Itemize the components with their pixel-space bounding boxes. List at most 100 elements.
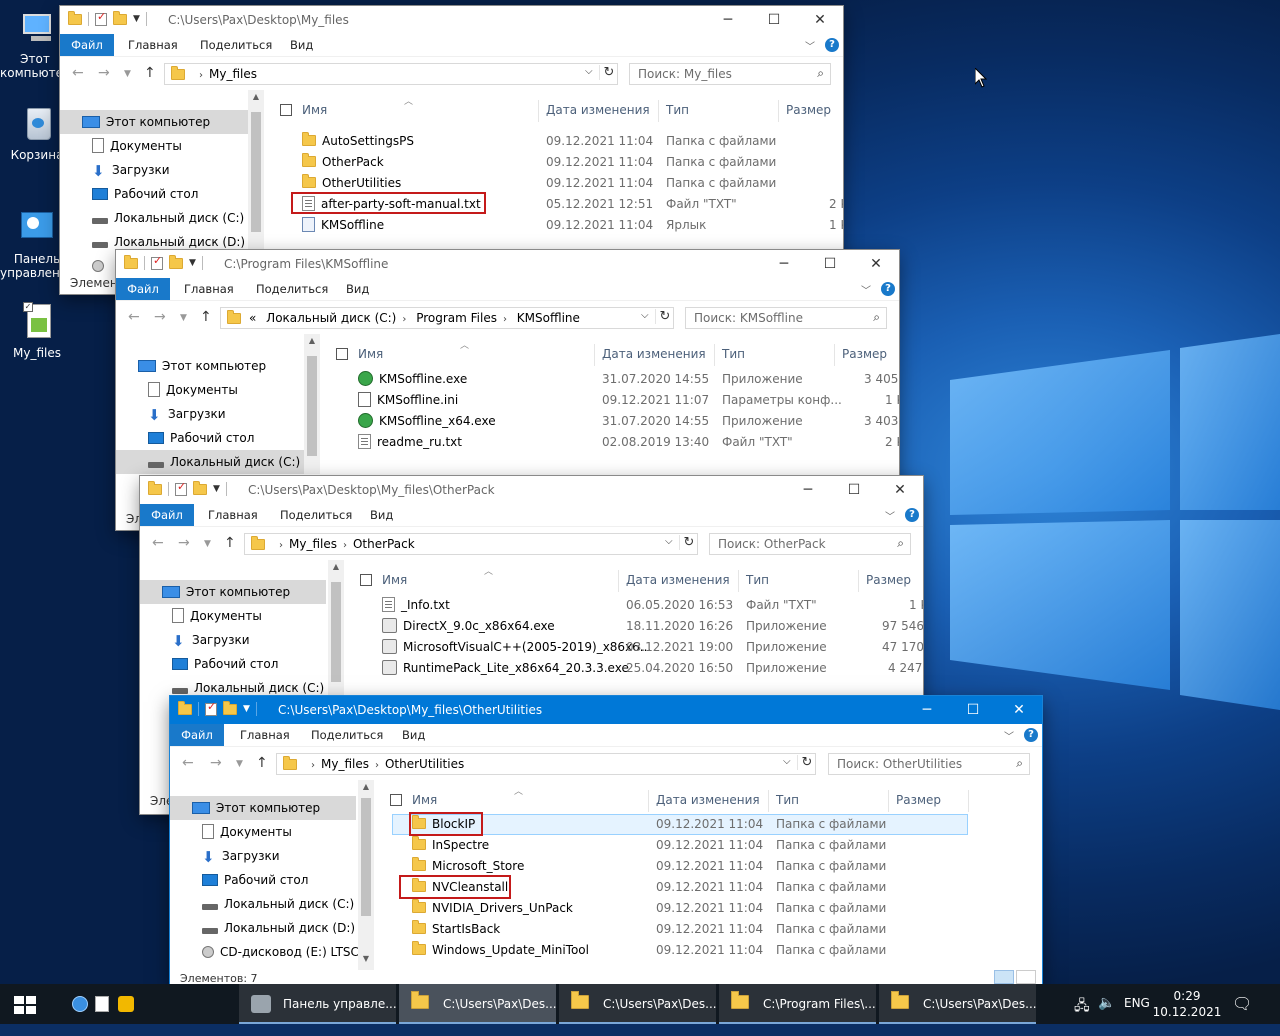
chevron-down-icon[interactable]: ▼ [189,258,196,268]
nav-scrollbar[interactable]: ▲ [328,560,344,700]
breadcrumb-otherpack[interactable]: OtherPack [353,537,415,551]
chevron-down-icon[interactable]: ▼ [243,704,250,714]
volume-icon[interactable]: 🔈 [1098,995,1115,1035]
column-name[interactable]: Имя [302,98,327,122]
up-button[interactable]: ↑ [144,65,156,81]
refresh-icon[interactable]: ↻ [599,65,618,80]
new-folder-icon[interactable] [223,700,237,715]
properties-icon[interactable] [205,700,217,716]
forward-button[interactable]: → [178,535,190,551]
list-item[interactable]: BlockIP 09.12.2021 11:04 Папка с файлами [412,814,1012,835]
nav-item-drive-c[interactable]: Локальный диск (C:) [116,450,304,474]
close-button[interactable]: ✕ [877,476,923,504]
tab-view[interactable]: Вид [402,724,425,746]
back-button[interactable]: ← [152,535,164,551]
column-type[interactable]: Тип [666,98,689,122]
column-type[interactable]: Тип [746,568,769,592]
refresh-icon[interactable]: ↻ [655,309,674,324]
breadcrumb-my-files[interactable]: My_files [209,67,257,81]
nav-scrollbar[interactable]: ▲ [304,334,320,474]
address-bar[interactable]: › My_files › OtherUtilities ⌵ ↻ [276,753,816,775]
tab-file[interactable]: Файл [140,504,194,526]
chevron-down-icon[interactable]: ﹀ [805,38,815,53]
nav-item-desktop[interactable]: Рабочий стол [116,426,254,450]
quick-launch-notepad[interactable] [93,994,113,1014]
search-input[interactable]: Поиск: KMSoffline ⌕ [685,307,887,329]
tab-share[interactable]: Поделиться [280,504,352,526]
column-date[interactable]: Дата изменения [656,788,760,812]
breadcrumb-my-files[interactable]: My_files [321,757,369,771]
tab-share[interactable]: Поделиться [256,278,328,300]
scrollbar-thumb[interactable] [361,798,371,916]
nav-item-documents[interactable]: Документы [140,604,262,628]
address-bar[interactable]: « Локальный диск (C:) › Program Files › KM… [220,307,674,329]
list-item[interactable]: KMSoffline 09.12.2021 11:04 Ярлык 1 К [302,215,843,236]
nav-item-desktop[interactable]: Рабочий стол [60,182,198,206]
forward-button[interactable]: → [154,309,166,325]
nav-item-documents[interactable]: Документы [60,134,182,158]
up-button[interactable]: ↑ [256,755,268,771]
list-item[interactable]: OtherPack 09.12.2021 11:04 Папка с файла… [302,152,843,173]
column-date[interactable]: Дата изменения [626,568,730,592]
nav-item-cd[interactable] [60,254,110,278]
search-input[interactable]: Поиск: OtherPack ⌕ [709,533,911,555]
quick-launch-media[interactable] [116,994,136,1014]
minimize-button[interactable]: ─ [904,696,950,724]
column-name[interactable]: Имя [412,788,437,812]
column-date[interactable]: Дата изменения [602,342,706,366]
close-button[interactable]: ✕ [797,6,843,34]
select-all-checkbox[interactable] [360,574,372,586]
chevron-down-icon[interactable]: ▼ [133,14,140,24]
tab-home[interactable]: Главная [208,504,258,526]
list-item[interactable]: readme_ru.txt 02.08.2019 13:40 Файл "TXT… [358,432,899,453]
back-button[interactable]: ← [72,65,84,81]
nav-item-drive-c[interactable]: Локальный диск (C:) [170,892,354,916]
tab-file[interactable]: Файл [170,724,224,746]
list-item[interactable]: MicrosoftVisualC++(2005-2019)_x86x6... 0… [382,637,923,658]
nav-item-downloads[interactable]: Загрузки [116,402,226,427]
column-size[interactable]: Размер [786,98,831,122]
scroll-down-icon[interactable]: ▼ [358,954,374,963]
scroll-up-icon[interactable]: ▲ [304,336,320,345]
start-button[interactable] [0,984,48,1024]
list-item[interactable]: AutoSettingsPS 09.12.2021 11:04 Папка с … [302,131,843,152]
nav-item-cd-drive[interactable]: CD-дисковод (E:) LTSC_18 [170,940,358,964]
column-name[interactable]: Имя [358,342,383,366]
forward-button[interactable]: → [210,755,222,771]
properties-icon[interactable] [175,480,187,496]
help-icon[interactable]: ? [881,282,895,296]
help-icon[interactable]: ? [825,38,839,52]
scroll-up-icon[interactable]: ▲ [328,562,344,571]
nav-item-this-pc[interactable]: Этот компьютер [60,110,264,134]
taskbar-app-control-panel[interactable]: Панель управле... [239,984,396,1024]
column-type[interactable]: Тип [776,788,799,812]
breadcrumb-drive-c[interactable]: Локальный диск (C:) [266,311,396,325]
new-folder-icon[interactable] [169,254,183,269]
tab-home[interactable]: Главная [184,278,234,300]
column-date[interactable]: Дата изменения [546,98,650,122]
refresh-icon[interactable]: ↻ [679,535,698,550]
tab-view[interactable]: Вид [346,278,369,300]
column-type[interactable]: Тип [722,342,745,366]
forward-button[interactable]: → [98,65,110,81]
list-item[interactable]: Microsoft_Store 09.12.2021 11:04 Папка с… [412,856,1012,877]
list-item[interactable]: KMSoffline.exe 31.07.2020 14:55 Приложен… [358,369,899,390]
nav-item-downloads[interactable]: Загрузки [140,628,250,653]
explorer-window-otherutilities[interactable]: ▼ C:\Users\Pax\Desktop\My_files\OtherUti… [170,696,1042,984]
back-button[interactable]: ← [128,309,140,325]
taskbar-app-explorer-1[interactable]: C:\Users\Pax\Des... [399,984,556,1024]
desktop-icon-my-files[interactable]: ✓ My_files [0,302,74,360]
minimize-button[interactable]: ─ [785,476,831,504]
list-item[interactable]: StartIsBack 09.12.2021 11:04 Папка с фай… [412,919,1012,940]
nav-item-desktop[interactable]: Рабочий стол [140,652,278,676]
search-input[interactable]: Поиск: My_files ⌕ [629,63,831,85]
chevron-down-icon[interactable]: ⌵ [585,66,593,77]
nav-item-documents[interactable]: Документы [170,820,292,844]
chevron-down-icon[interactable]: ﹀ [885,508,895,523]
nav-scrollbar[interactable]: ▲ [248,90,264,250]
tab-view[interactable]: Вид [370,504,393,526]
chevron-down-icon[interactable]: ⌵ [641,310,649,321]
title-bar[interactable]: ▼ C:\Users\Pax\Desktop\My_files\OtherPac… [140,476,923,504]
maximize-button[interactable]: ☐ [831,476,877,504]
recent-locations-icon[interactable]: ▼ [236,759,243,769]
